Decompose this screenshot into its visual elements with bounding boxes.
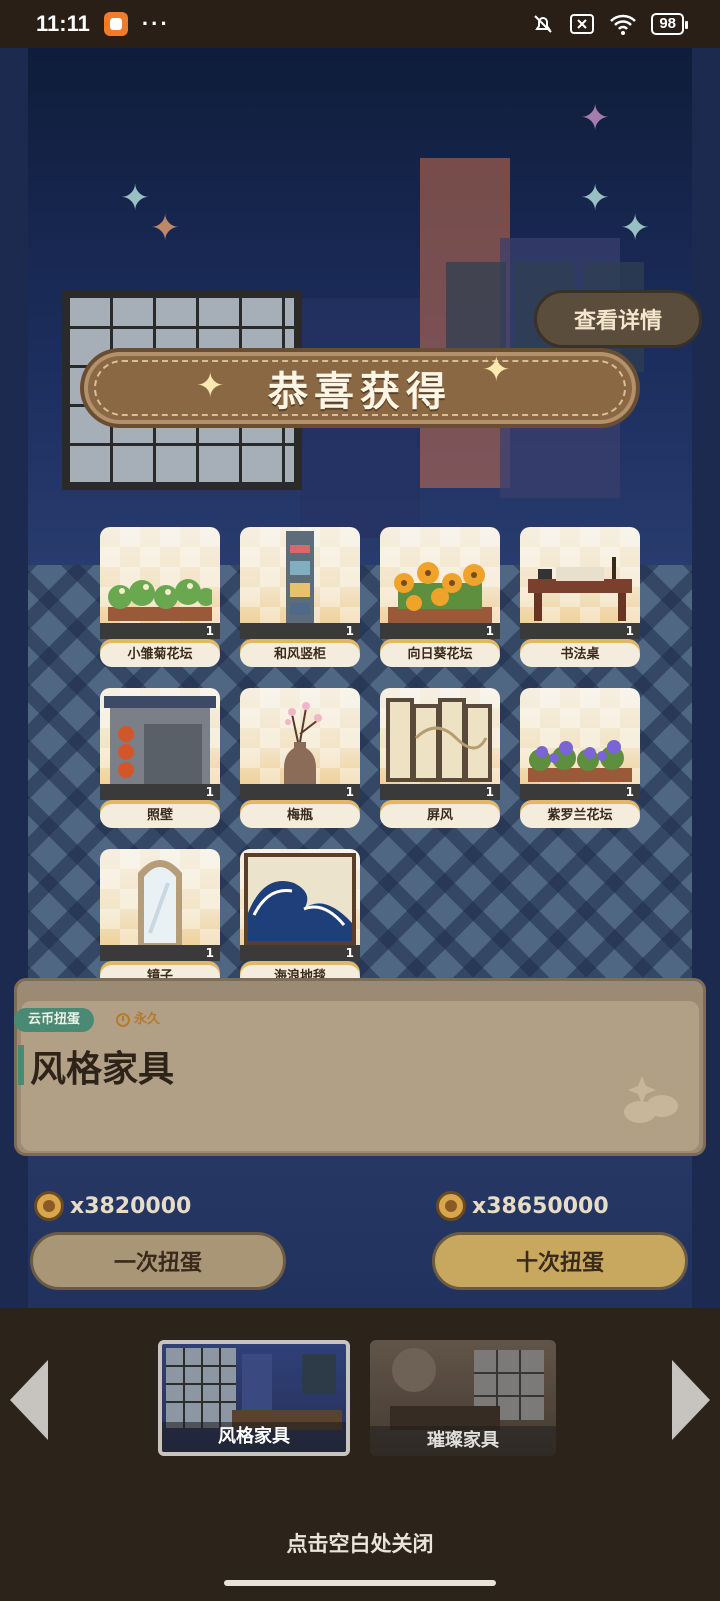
- folding-screen-icon: [386, 698, 492, 782]
- reward-item[interactable]: 1 紫罗兰花坛: [520, 688, 640, 830]
- japanese-tall-cabinet-icon: [286, 531, 314, 623]
- reward-item[interactable]: 1 小雏菊花坛: [100, 527, 220, 669]
- item-quantity: 1: [520, 623, 640, 639]
- item-name: 和风竖柜: [240, 643, 360, 667]
- draw-ten-button[interactable]: 十次扭蛋: [432, 1232, 688, 1290]
- item-name: 向日葵花坛: [380, 643, 500, 667]
- previous-arrow-icon[interactable]: [10, 1360, 48, 1440]
- daisy-planter-icon: [108, 579, 212, 621]
- plum-vase-icon: [284, 702, 322, 784]
- violet-planter-icon: [528, 740, 632, 782]
- item-quantity: 1: [240, 623, 360, 639]
- item-quantity: 1: [100, 784, 220, 800]
- pool-thumbnail-label: 风格家具: [162, 1422, 346, 1452]
- coin-icon: [436, 1191, 466, 1221]
- ten-cost-value: x38650000: [472, 1193, 609, 1219]
- reward-item[interactable]: 1 书法桌: [520, 527, 640, 669]
- reward-item[interactable]: 1 向日葵花坛: [380, 527, 500, 669]
- ten-draw-cost: x38650000: [436, 1191, 609, 1221]
- single-cost-value: x3820000: [70, 1193, 192, 1219]
- item-quantity: 1: [100, 623, 220, 639]
- next-arrow-icon[interactable]: [672, 1360, 710, 1440]
- clock-icon: [116, 1013, 130, 1027]
- item-name: 照壁: [100, 804, 220, 828]
- pool-thumbnail-style-furniture[interactable]: 风格家具: [158, 1340, 350, 1456]
- reward-items-grid: 1 小雏菊花坛 1 和风竖柜 1 向日葵花坛 1 书法桌 1 照壁 1 梅瓶 1…: [0, 0, 720, 1000]
- item-name: 梅瓶: [240, 804, 360, 828]
- reward-item[interactable]: 1 照壁: [100, 688, 220, 830]
- item-quantity: 1: [100, 945, 220, 961]
- pool-thumbnail-label: 璀璨家具: [370, 1426, 556, 1456]
- duration-text: 永久: [134, 1012, 161, 1027]
- sunflower-planter-icon: [388, 562, 492, 623]
- reward-item[interactable]: 1 梅瓶: [240, 688, 360, 830]
- item-quantity: 1: [380, 784, 500, 800]
- duration-label: 永久: [116, 1008, 160, 1032]
- calligraphy-desk-icon: [528, 557, 632, 621]
- home-indicator[interactable]: [224, 1580, 496, 1586]
- item-quantity: 1: [240, 945, 360, 961]
- item-name: 小雏菊花坛: [100, 643, 220, 667]
- wave-rug-icon: [244, 853, 356, 945]
- title-accent-bar: [18, 1045, 24, 1085]
- item-name: 紫罗兰花坛: [520, 804, 640, 828]
- gacha-type-tag: 云币扭蛋: [14, 1008, 95, 1032]
- item-quantity: 1: [380, 623, 500, 639]
- screen-wall-icon: [104, 696, 216, 784]
- item-name: 书法桌: [520, 643, 640, 667]
- reward-item[interactable]: 1 屏风: [380, 688, 500, 830]
- pool-thumbnail-brilliant-furniture[interactable]: 璀璨家具: [370, 1340, 556, 1456]
- coin-icon: [34, 1191, 64, 1221]
- coffee-beans-icon: [624, 1076, 678, 1123]
- item-name: 屏风: [380, 804, 500, 828]
- reward-item[interactable]: 1 海浪地毯: [240, 849, 360, 991]
- reward-item[interactable]: 1 和风竖柜: [240, 527, 360, 669]
- draw-once-button[interactable]: 一次扭蛋: [30, 1232, 286, 1290]
- item-quantity: 1: [520, 784, 640, 800]
- reward-item[interactable]: 1 镜子: [100, 849, 220, 991]
- mirror-icon: [138, 860, 182, 945]
- gacha-pool-title: 风格家具: [30, 1049, 175, 1090]
- item-quantity: 1: [240, 784, 360, 800]
- tap-to-close-hint[interactable]: 点击空白处关闭: [0, 1528, 720, 1558]
- single-draw-cost: x3820000: [34, 1191, 192, 1221]
